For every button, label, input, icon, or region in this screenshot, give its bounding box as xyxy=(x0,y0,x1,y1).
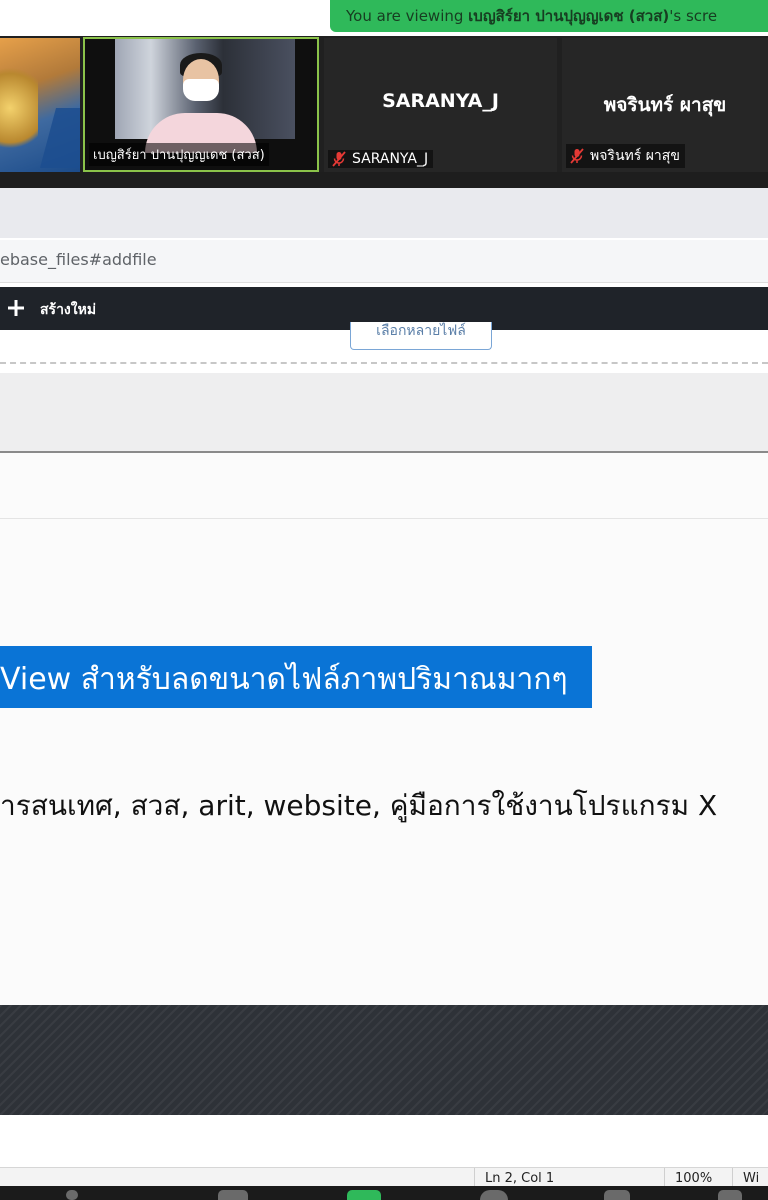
video-strip-footer xyxy=(0,172,768,188)
browser-tabstrip xyxy=(0,188,768,238)
document-area[interactable] xyxy=(0,453,768,1005)
banner-name: เบญสิร์ยา ปานปุญญเดช (สวส) xyxy=(468,7,670,25)
page-footer xyxy=(0,1005,768,1115)
participant-name-label: พจรินทร์ ผาสุข xyxy=(566,144,685,168)
address-bar-url[interactable]: ebase_files#addfile xyxy=(0,250,157,269)
line-ending[interactable]: Wi xyxy=(732,1168,768,1188)
participants-icon[interactable] xyxy=(66,1190,78,1200)
chat-icon[interactable] xyxy=(218,1190,248,1200)
participant-name-label: SARANYA_J xyxy=(328,150,434,168)
participant-tile-saranya[interactable]: SARANYA_J SARANYA_J xyxy=(324,38,557,172)
face-mask xyxy=(183,79,219,101)
participant-label-text: SARANYA_J xyxy=(352,151,429,167)
participant-video-tile[interactable]: เบญสิร์ยา ปานปุญญเดช (สวส) xyxy=(83,37,319,172)
participant-display-name: พจรินทร์ ผาสุข xyxy=(603,94,727,116)
screen-share-banner[interactable]: You are viewing เบญสิร์ยา ปานปุญญเดช (สว… xyxy=(330,0,768,32)
record-icon[interactable] xyxy=(480,1190,508,1200)
background-shape xyxy=(40,108,80,168)
zoom-control-bar xyxy=(0,1186,768,1200)
panel-band xyxy=(0,373,768,453)
document-tags-line[interactable]: ารสนเทศ, สวส, arit, website, คู่มือการใช… xyxy=(0,784,717,828)
participant-name-label: เบญสิร์ยา ปานปุญญเดช (สวส) xyxy=(89,143,269,166)
more-icon[interactable] xyxy=(718,1190,742,1200)
document-title-line[interactable]: View สำหรับลดขนาดไฟล์ภาพปริมาณมากๆ xyxy=(0,656,568,703)
document-divider xyxy=(0,518,768,519)
create-new-link[interactable]: สร้างใหม่ xyxy=(40,299,96,321)
banner-suffix: 's scre xyxy=(669,7,718,25)
participant-label-text: พจรินทร์ ผาสุข xyxy=(590,148,680,164)
cursor-position: Ln 2, Col 1 xyxy=(474,1168,664,1188)
participant-display-name: SARANYA_J xyxy=(382,90,499,112)
banner-prefix: You are viewing xyxy=(346,7,464,25)
muted-mic-icon xyxy=(332,151,346,167)
select-files-label: เลือกหลายไฟล์ xyxy=(376,323,466,339)
share-screen-icon[interactable] xyxy=(347,1190,381,1200)
participant-tile-partial[interactable] xyxy=(0,38,80,172)
dropzone-border xyxy=(0,362,768,364)
reactions-icon[interactable] xyxy=(604,1190,630,1200)
plus-icon[interactable] xyxy=(7,299,25,317)
zoom-level[interactable]: 100% xyxy=(664,1168,732,1188)
participant-tile-pojarin[interactable]: พจรินทร์ ผาสุข พจรินทร์ ผาสุข xyxy=(562,38,768,172)
muted-mic-icon xyxy=(570,148,584,164)
statue-image xyxy=(0,68,38,158)
select-files-button[interactable]: เลือกหลายไฟล์ xyxy=(350,322,492,350)
editor-blank-area xyxy=(0,1115,768,1167)
